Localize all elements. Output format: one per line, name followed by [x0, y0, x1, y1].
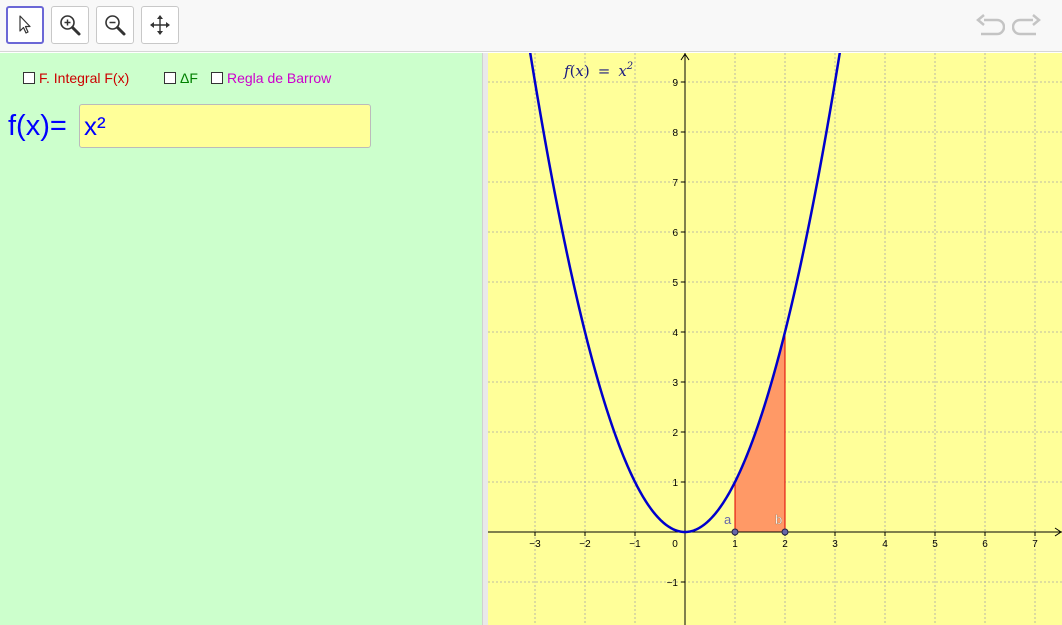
redo-button[interactable] — [1012, 12, 1042, 42]
y-tick-label: −1 — [667, 578, 679, 589]
undo-icon — [976, 14, 1005, 36]
x-tick-label: 2 — [782, 539, 788, 550]
move-tool-button[interactable] — [6, 6, 44, 44]
move-graphics-tool-button[interactable] — [141, 6, 179, 44]
undo-button[interactable] — [975, 12, 1005, 42]
graph-background — [488, 53, 1062, 625]
curve-label: f(x) = x2 — [563, 61, 633, 80]
y-tick-label: 5 — [672, 278, 678, 289]
x-tick-label: 5 — [932, 539, 938, 550]
checkbox-delta-f[interactable]: ΔF — [164, 70, 198, 86]
checkbox-barrow-rule[interactable]: Regla de Barrow — [211, 70, 331, 86]
curve-label-paren-close: ) — [584, 62, 590, 80]
x-tick-label: −2 — [579, 539, 591, 550]
checkbox-label-integral-function: F. Integral F(x) — [39, 70, 130, 86]
y-tick-label: 6 — [672, 228, 678, 239]
y-tick-label: 8 — [672, 128, 678, 139]
algebra-panel: F. Integral F(x) ΔF Regla de Barrow f(x)… — [0, 53, 482, 625]
toolbar — [0, 0, 1062, 52]
checkbox-box[interactable] — [23, 72, 35, 84]
point-b — [781, 528, 789, 536]
checkbox-label-delta-f: ΔF — [180, 70, 198, 86]
point-a — [731, 528, 739, 536]
function-input[interactable] — [79, 104, 371, 148]
zoom-out-icon — [105, 15, 126, 36]
x-tick-label: 3 — [832, 539, 838, 550]
x-tick-label: 6 — [982, 539, 988, 550]
zoom-out-tool-button[interactable] — [96, 6, 134, 44]
x-tick-label: 0 — [672, 539, 678, 550]
x-tick-label: −1 — [629, 539, 641, 550]
checkbox-box[interactable] — [164, 72, 176, 84]
redo-icon — [1012, 14, 1041, 36]
y-tick-label: 4 — [672, 328, 678, 339]
y-tick-label: 9 — [672, 78, 678, 89]
x-tick-label: −3 — [529, 539, 541, 550]
y-tick-label: 2 — [672, 428, 678, 439]
checkbox-label-barrow-rule: Regla de Barrow — [227, 70, 332, 86]
pointer-arrow-icon — [19, 15, 31, 34]
zoom-in-icon — [60, 15, 81, 36]
y-tick-label: 1 — [672, 478, 678, 489]
curve-label-exp: 2 — [626, 61, 633, 72]
zoom-in-tool-button[interactable] — [51, 6, 89, 44]
y-tick-label: 3 — [672, 378, 678, 389]
x-tick-label: 4 — [882, 539, 888, 550]
x-tick-label: 7 — [1032, 539, 1038, 550]
move-arrows-icon — [150, 15, 170, 35]
checkbox-box[interactable] — [211, 72, 223, 84]
y-tick-label: 7 — [672, 178, 678, 189]
checkbox-integral-function[interactable]: F. Integral F(x) — [23, 70, 129, 86]
x-tick-label: 1 — [732, 539, 738, 550]
curve-label-eq: = — [598, 62, 611, 80]
graphics-view[interactable]: −3 −2 −1 0 1 2 3 4 5 6 7 −1 1 2 3 4 5 6 7 8 9 ab f(x) = x2 — [488, 53, 1062, 625]
point-b-label: b — [775, 512, 782, 527]
point-a-label: a — [724, 512, 732, 527]
function-label: f(x)= — [8, 110, 67, 142]
graph-canvas[interactable]: −3 −2 −1 0 1 2 3 4 5 6 7−1123456789 ab f(x) = x2 — [488, 53, 1062, 625]
